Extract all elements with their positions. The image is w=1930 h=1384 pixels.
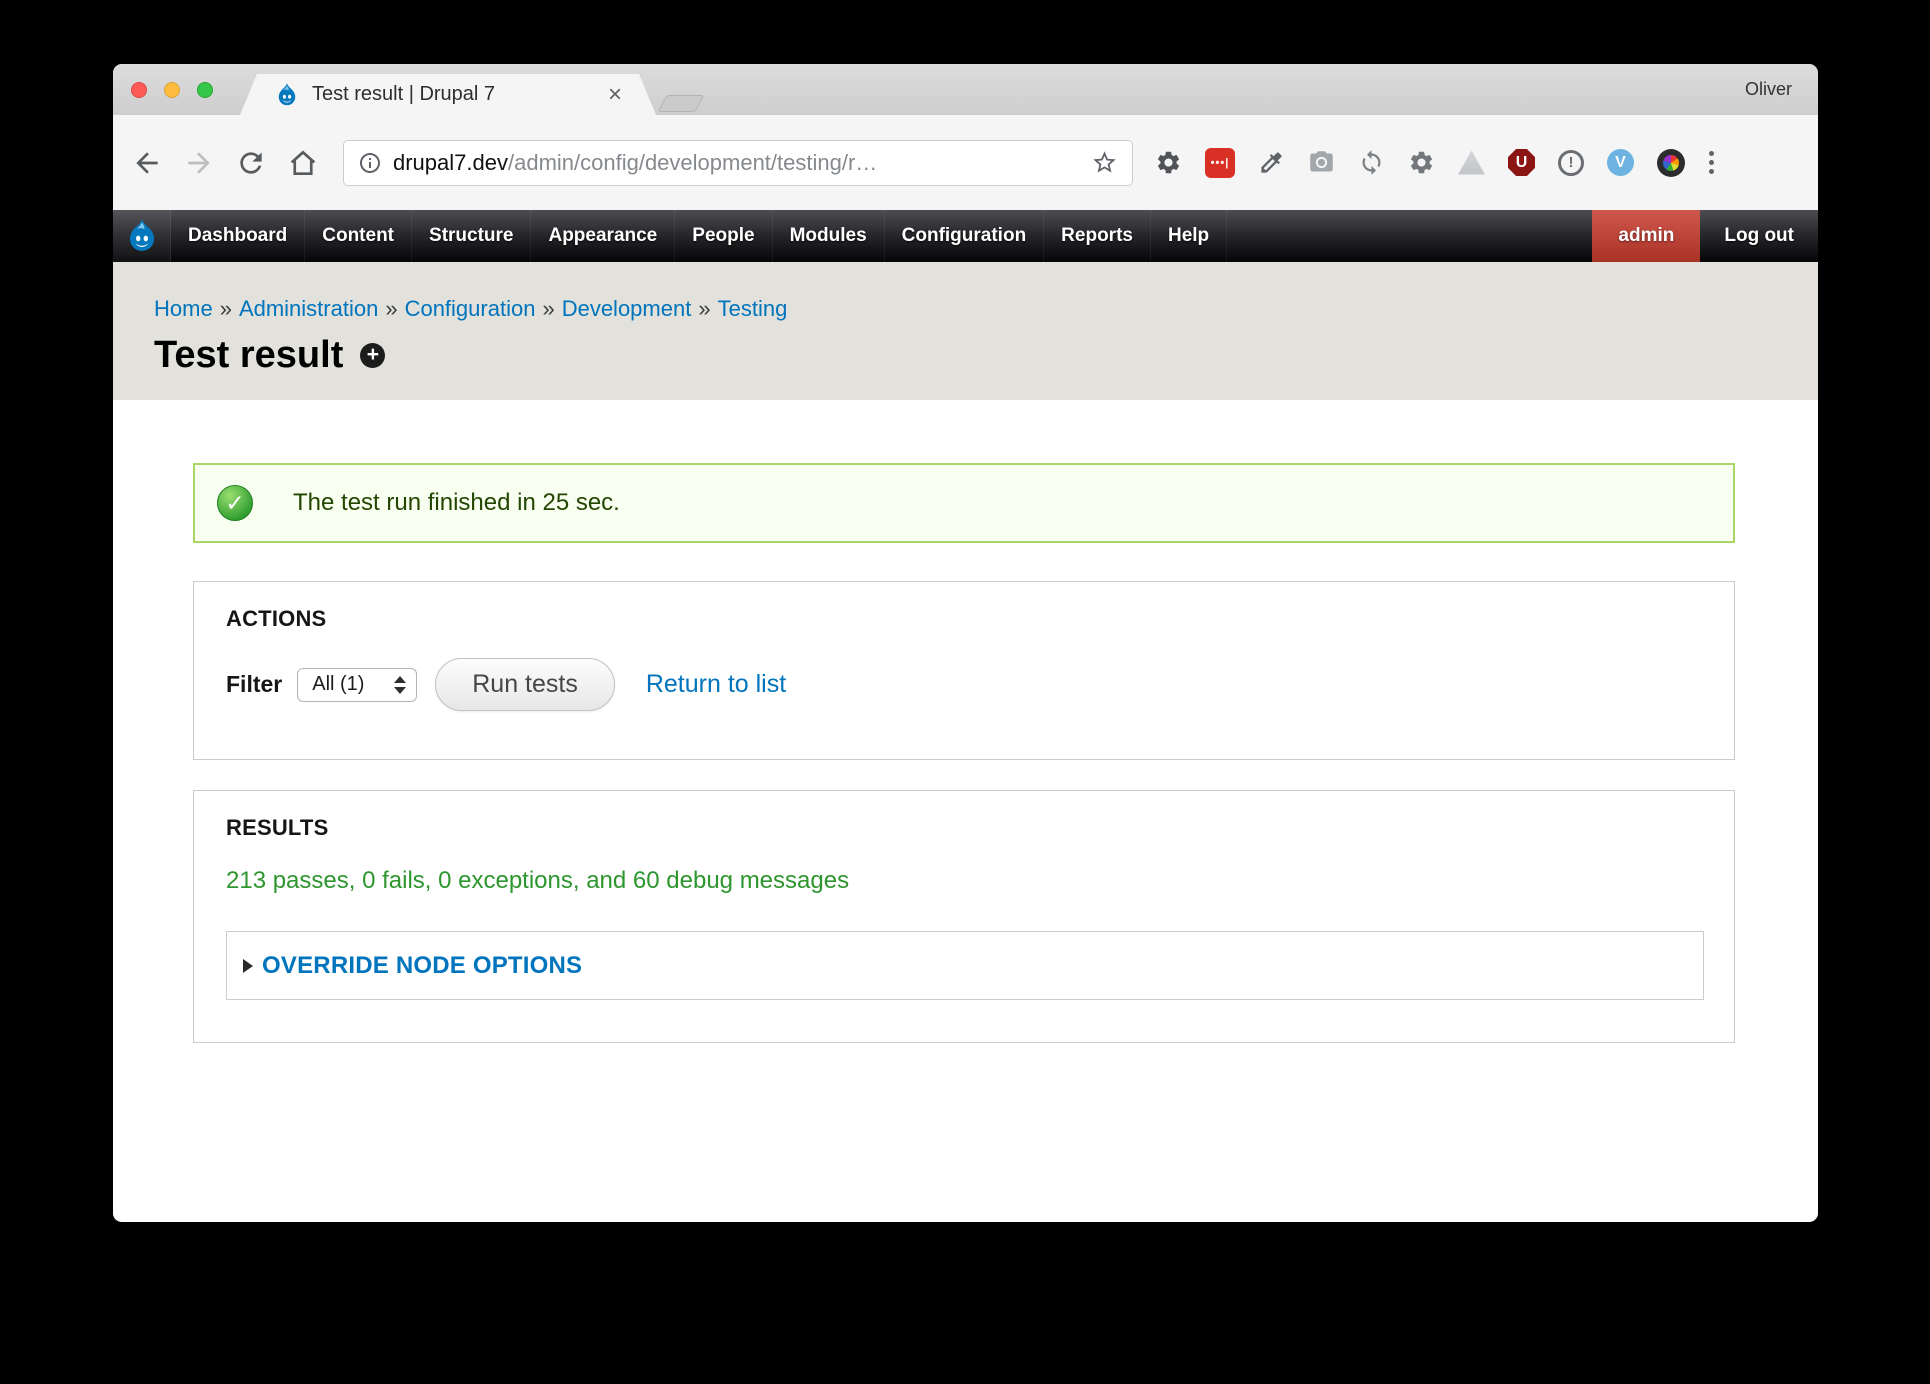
camera-lens-icon[interactable] <box>1657 149 1685 177</box>
screenshot-camera-icon[interactable] <box>1308 149 1335 176</box>
minimize-window-button[interactable] <box>164 82 180 98</box>
breadcrumb-testing[interactable]: Testing <box>718 296 788 321</box>
admin-menu-structure[interactable]: Structure <box>412 210 531 262</box>
lens-iris <box>1663 155 1679 171</box>
chrome-menu-icon[interactable] <box>1709 151 1714 174</box>
browser-window: Test result | Drupal 7 × Oliver drupal7.… <box>113 64 1818 1222</box>
lastpass-icon[interactable]: •••| <box>1205 148 1235 178</box>
new-tab-button[interactable] <box>657 95 704 112</box>
admin-menu-people[interactable]: People <box>675 210 772 262</box>
status-message: ✓ The test run finished in 25 sec. <box>193 463 1735 543</box>
logout-link[interactable]: Log out <box>1700 210 1818 262</box>
actions-legend: ACTIONS <box>226 606 1702 632</box>
breadcrumb-separator: » <box>213 296 239 321</box>
site-info-icon[interactable] <box>358 151 382 175</box>
run-tests-button[interactable]: Run tests <box>435 658 615 711</box>
breadcrumb-separator: » <box>691 296 717 321</box>
test-summary: 213 passes, 0 fails, 0 exceptions, and 6… <box>226 867 1702 895</box>
return-to-list-link[interactable]: Return to list <box>646 670 786 699</box>
reload-icon[interactable] <box>235 147 267 179</box>
drupal-favicon-icon <box>274 82 300 108</box>
add-shortcut-icon[interactable]: + <box>360 343 385 368</box>
select-arrows-icon <box>394 676 406 694</box>
admin-menu-help[interactable]: Help <box>1151 210 1227 262</box>
tab-title: Test result | Drupal 7 <box>312 83 495 106</box>
admin-menu-dashboard[interactable]: Dashboard <box>171 210 305 262</box>
status-ok-icon: ✓ <box>217 485 253 521</box>
extension-icons: •••| U ! V <box>1155 148 1685 178</box>
admin-menu-content[interactable]: Content <box>305 210 412 262</box>
url-text[interactable]: drupal7.dev/admin/config/development/tes… <box>393 150 877 176</box>
breadcrumb-development[interactable]: Development <box>562 296 692 321</box>
ublock-origin-icon[interactable]: U <box>1508 149 1535 176</box>
override-node-options-link[interactable]: OVERRIDE NODE OPTIONS <box>262 952 582 980</box>
vimium-icon[interactable]: V <box>1607 149 1634 176</box>
actions-fieldset: ACTIONS Filter All (1) Run tests Return … <box>193 581 1735 760</box>
color-picker-icon[interactable] <box>1258 149 1285 176</box>
window-controls <box>131 82 213 98</box>
filter-label: Filter <box>226 671 282 698</box>
url-host: drupal7.dev <box>393 150 508 175</box>
admin-user-tab[interactable]: admin <box>1592 210 1700 262</box>
override-node-options-fieldset[interactable]: OVERRIDE NODE OPTIONS <box>226 931 1704 1000</box>
tab-bar: Test result | Drupal 7 × Oliver <box>113 64 1818 115</box>
filter-select-value: All (1) <box>312 673 364 696</box>
google-drive-icon[interactable] <box>1458 151 1485 175</box>
filter-select[interactable]: All (1) <box>297 668 417 702</box>
results-legend: RESULTS <box>226 815 1702 841</box>
breadcrumb-separator: » <box>378 296 404 321</box>
url-path: /admin/config/development/testing/r… <box>508 150 877 175</box>
admin-menu-modules[interactable]: Modules <box>773 210 885 262</box>
breadcrumb-configuration[interactable]: Configuration <box>405 296 536 321</box>
close-window-button[interactable] <box>131 82 147 98</box>
breadcrumb-administration[interactable]: Administration <box>239 296 378 321</box>
profile-name: Oliver <box>1745 79 1792 100</box>
address-bar[interactable]: drupal7.dev/admin/config/development/tes… <box>343 140 1133 186</box>
collapsed-arrow-icon <box>243 959 253 973</box>
tab-sync-icon[interactable] <box>1358 149 1385 176</box>
forward-icon[interactable] <box>183 147 215 179</box>
admin-menu-appearance[interactable]: Appearance <box>531 210 675 262</box>
results-fieldset: RESULTS 213 passes, 0 fails, 0 exception… <box>193 790 1735 1043</box>
settings-gear-icon[interactable] <box>1155 149 1182 176</box>
bookmark-star-icon[interactable] <box>1091 149 1118 176</box>
breadcrumb: Home»Administration»Configuration»Develo… <box>154 296 1818 322</box>
extension-gear-icon[interactable] <box>1408 149 1435 176</box>
drupal-admin-toolbar: Dashboard Content Structure Appearance P… <box>113 210 1818 262</box>
status-message-text: The test run finished in 25 sec. <box>293 489 620 517</box>
page-header: Home»Administration»Configuration»Develo… <box>113 262 1818 400</box>
page-content: ✓ The test run finished in 25 sec. ACTIO… <box>113 400 1818 1221</box>
breadcrumb-separator: » <box>535 296 561 321</box>
back-icon[interactable] <box>131 147 163 179</box>
close-tab-icon[interactable]: × <box>608 83 622 107</box>
drupal-logo-icon[interactable] <box>113 210 171 262</box>
alert-circle-icon[interactable]: ! <box>1558 150 1584 176</box>
active-tab[interactable]: Test result | Drupal 7 × <box>240 74 656 115</box>
admin-menu-reports[interactable]: Reports <box>1044 210 1151 262</box>
admin-menu-configuration[interactable]: Configuration <box>885 210 1045 262</box>
browser-toolbar: drupal7.dev/admin/config/development/tes… <box>113 115 1818 210</box>
breadcrumb-home[interactable]: Home <box>154 296 213 321</box>
fullscreen-window-button[interactable] <box>197 82 213 98</box>
home-icon[interactable] <box>287 147 319 179</box>
page-title: Test result <box>154 336 343 374</box>
